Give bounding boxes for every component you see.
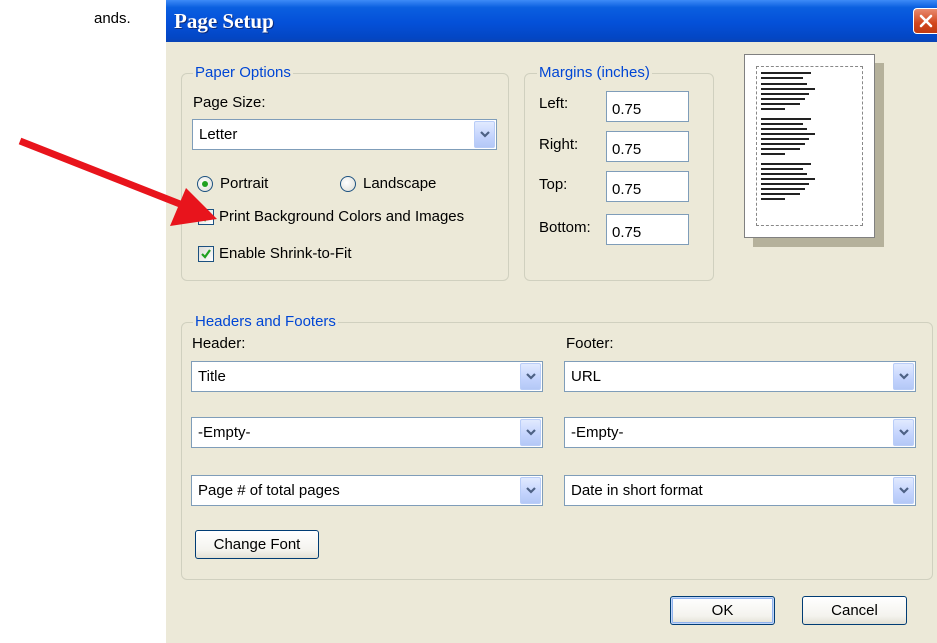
right-margin-label: Right: (539, 136, 579, 153)
print-background-checkbox[interactable] (198, 209, 214, 225)
change-font-button[interactable]: Change Font (195, 530, 319, 559)
right-margin-input[interactable] (607, 132, 688, 161)
header-value-1: Title (198, 368, 226, 385)
chevron-down-icon (526, 429, 536, 436)
chevron-down-icon (899, 373, 909, 380)
landscape-radio[interactable] (340, 176, 356, 192)
footer-dropdown-button-1[interactable] (893, 363, 914, 390)
chevron-down-icon (526, 487, 536, 494)
page-size-dropdown-button[interactable] (474, 121, 495, 148)
bottom-margin-input-box[interactable] (606, 214, 689, 245)
bottom-margin-label: Bottom: (539, 219, 591, 236)
checkmark-icon (201, 212, 211, 222)
top-margin-label: Top: (539, 176, 568, 193)
close-button[interactable] (913, 8, 937, 34)
close-x-icon (919, 14, 933, 28)
page-size-value: Letter (199, 126, 238, 143)
paper-options-legend: Paper Options (193, 64, 293, 81)
chevron-down-icon (899, 429, 909, 436)
checkmark-icon (201, 249, 211, 259)
footer-dropdown-button-3[interactable] (893, 477, 914, 504)
header-value-2: -Empty- (198, 424, 251, 441)
page-size-label: Page Size: (193, 94, 266, 111)
chevron-down-icon (526, 373, 536, 380)
page-size-select[interactable]: Letter (192, 119, 497, 150)
dialog-title: Page Setup (174, 9, 274, 33)
page-setup-dialog: Page Setup Paper Options Page Size: Lett… (166, 0, 937, 643)
right-margin-input-box[interactable] (606, 131, 689, 162)
background-text-fragment: ands. (94, 10, 131, 27)
header-select-3[interactable]: Page # of total pages (191, 475, 543, 506)
header-dropdown-button-2[interactable] (520, 419, 541, 446)
cancel-button[interactable]: Cancel (802, 596, 907, 625)
footer-select-2[interactable]: -Empty- (564, 417, 916, 448)
portrait-radio[interactable] (197, 176, 213, 192)
left-margin-label: Left: (539, 95, 569, 112)
header-value-3: Page # of total pages (198, 482, 340, 499)
margins-legend: Margins (inches) (537, 64, 652, 81)
left-margin-input-box[interactable] (606, 91, 689, 122)
bottom-margin-input[interactable] (607, 215, 688, 244)
chevron-down-icon (480, 131, 490, 138)
footer-value-3: Date in short format (571, 482, 703, 499)
header-select-1[interactable]: Title (191, 361, 543, 392)
portrait-label[interactable]: Portrait (220, 175, 268, 192)
title-bar[interactable]: Page Setup (166, 0, 937, 42)
footer-select-3[interactable]: Date in short format (564, 475, 916, 506)
footer-value-2: -Empty- (571, 424, 624, 441)
shrink-to-fit-label[interactable]: Enable Shrink-to-Fit (219, 245, 352, 262)
page-preview (744, 54, 875, 238)
footer-select-1[interactable]: URL (564, 361, 916, 392)
ok-button[interactable]: OK (670, 596, 775, 625)
header-select-2[interactable]: -Empty- (191, 417, 543, 448)
footer-label: Footer: (566, 335, 614, 352)
top-margin-input-box[interactable] (606, 171, 689, 202)
footer-value-1: URL (571, 368, 602, 385)
headers-footers-legend: Headers and Footers (193, 313, 338, 330)
header-dropdown-button-3[interactable] (520, 477, 541, 504)
print-background-label[interactable]: Print Background Colors and Images (219, 208, 464, 225)
chevron-down-icon (899, 487, 909, 494)
footer-dropdown-button-2[interactable] (893, 419, 914, 446)
header-label: Header: (192, 335, 246, 352)
left-margin-input[interactable] (607, 92, 688, 121)
top-margin-input[interactable] (607, 172, 688, 201)
landscape-label[interactable]: Landscape (363, 175, 436, 192)
shrink-to-fit-checkbox[interactable] (198, 246, 214, 262)
page-preview-text-lines (761, 72, 815, 200)
header-dropdown-button-1[interactable] (520, 363, 541, 390)
